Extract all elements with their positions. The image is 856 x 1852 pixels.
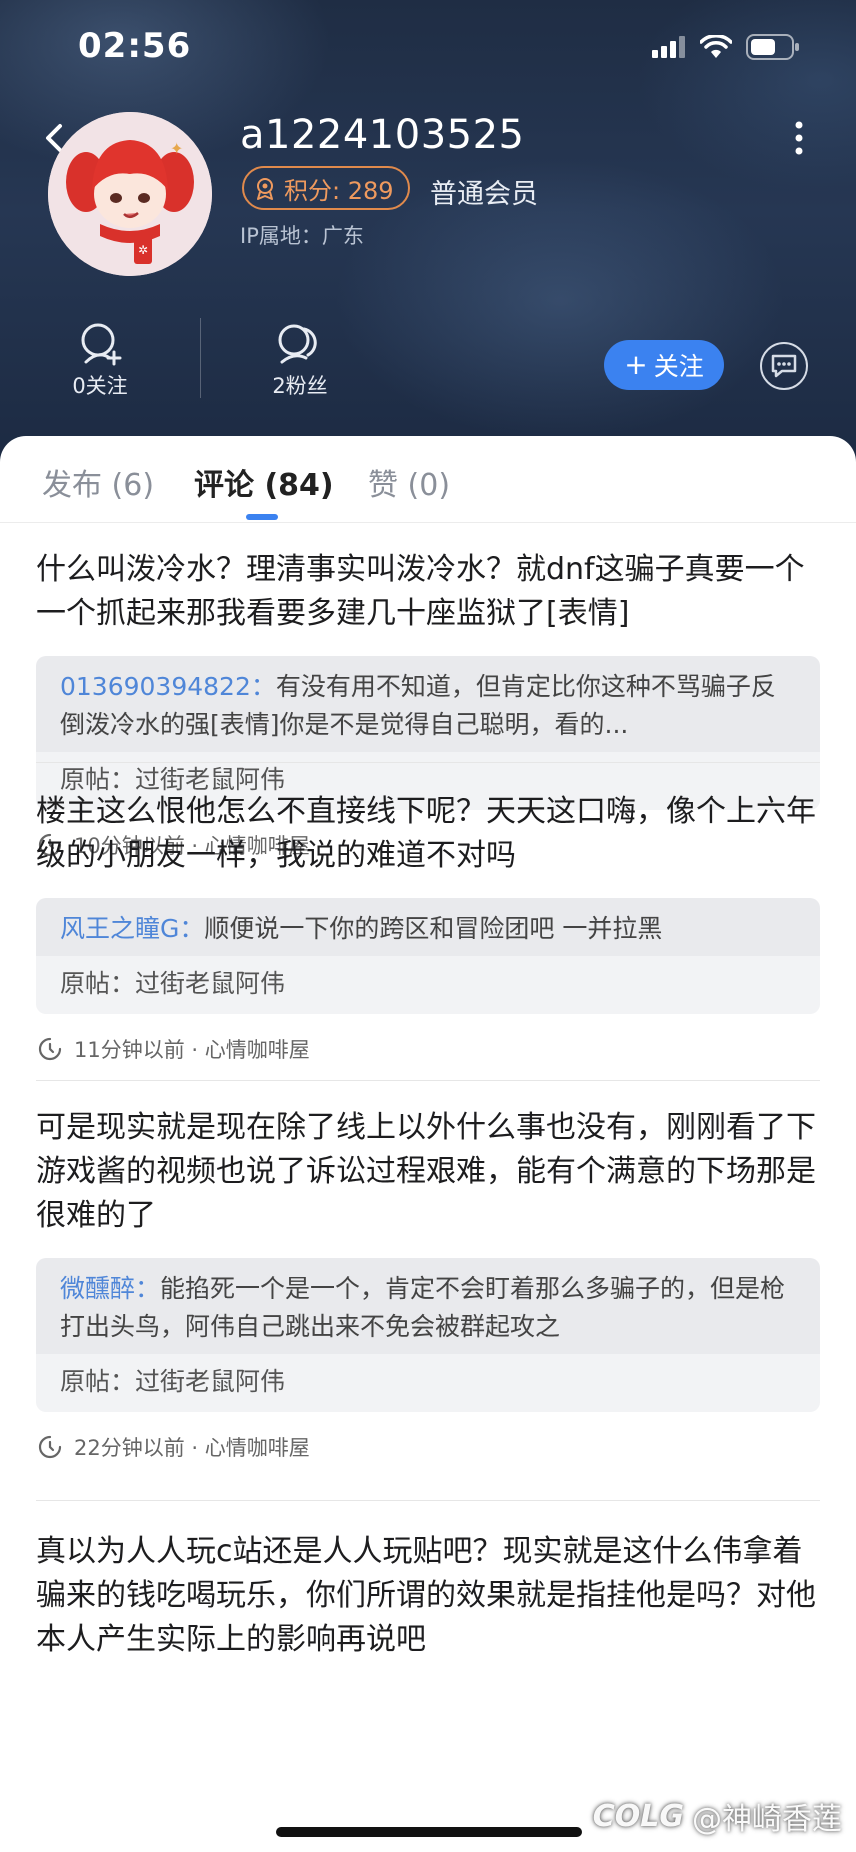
follow-button[interactable]: + 关注 <box>604 340 724 390</box>
cellular-signal-icon <box>652 36 685 58</box>
comment-meta: 22分钟以前 · 心情咖啡屋 <box>36 1432 820 1462</box>
medal-icon <box>257 178 273 200</box>
comment-item[interactable]: 可是现实就是现在除了线上以外什么事也没有，刚刚看了下游戏酱的视频也说了诉讼过程艰… <box>36 1106 820 1462</box>
tab-likes[interactable]: 赞 (0) <box>368 460 450 504</box>
origin-post[interactable]: 原帖：过街老鼠阿伟 <box>36 1354 820 1412</box>
member-level: 普通会员 <box>430 179 538 210</box>
following-count: 0关注 <box>72 374 128 398</box>
plus-icon: + <box>624 348 648 381</box>
following-stat[interactable]: 0关注 <box>40 322 160 400</box>
clock-icon <box>38 1435 62 1459</box>
battery-icon <box>746 34 799 60</box>
reply-author[interactable]: 微醺醉： <box>60 1274 160 1303</box>
fans-icon <box>278 324 317 364</box>
comment-item[interactable]: 楼主这么恨他怎么不直接线下呢？天天这口嗨，像个上六年级的小朋友一样，我说的难道不… <box>36 790 820 1064</box>
watermark-text: @神崎香莲 <box>692 1802 842 1837</box>
chat-bubble-icon <box>771 354 797 378</box>
ip-location: IP属地：广东 <box>240 224 364 248</box>
follow-user-icon <box>81 323 122 366</box>
profile-page: 02:56 ✲ ✦ a1224103525 积分: 289 普通会员 IP属地：… <box>0 0 856 1852</box>
quote-box[interactable]: 013690394822：有没有用不知道，但肯定比你这种不骂骗子反倒泼冷水的强[… <box>36 656 820 810</box>
status-bar: 02:56 <box>0 0 856 96</box>
stat-divider <box>200 318 201 398</box>
comment-meta-text: 11分钟以前 · 心情咖啡屋 <box>74 1038 310 1062</box>
clock-icon <box>38 1037 62 1061</box>
profile-header: 02:56 ✲ ✦ a1224103525 积分: 289 普通会员 IP属地：… <box>0 0 856 470</box>
quote-box[interactable]: 风王之瞳G：顺便说一下你的跨区和冒险团吧 一并拉黑 原帖：过街老鼠阿伟 <box>36 898 820 1014</box>
reply-area: 微醺醉：能掐死一个是一个，肯定不会盯着那么多骗子的，但是枪打出头鸟，阿伟自己跳出… <box>36 1258 820 1354</box>
divider <box>36 1500 820 1501</box>
divider <box>36 762 820 763</box>
reply-author[interactable]: 013690394822： <box>60 672 276 701</box>
status-time: 02:56 <box>78 26 192 66</box>
points-label: 积分: 289 <box>284 176 394 205</box>
reply-area: 013690394822：有没有用不知道，但肯定比你这种不骂骗子反倒泼冷水的强[… <box>36 656 820 752</box>
home-indicator[interactable] <box>276 1827 582 1837</box>
watermark: COLG @神崎香莲 <box>593 1794 842 1838</box>
username: a1224103525 <box>240 112 525 158</box>
reply-author[interactable]: 风王之瞳G： <box>60 914 204 943</box>
reply-text: 能掐死一个是一个，肯定不会盯着那么多骗子的，但是枪打出头鸟，阿伟自己跳出来不免会… <box>60 1274 786 1341</box>
comment-item[interactable]: 真以为人人玩c站还是人人玩贴吧？现实就是这什么伟拿着骗来的钱吃喝玩乐，你们所谓的… <box>36 1530 820 1662</box>
svg-text:✦: ✦ <box>170 139 183 158</box>
comment-text: 什么叫泼冷水？理清事实叫泼冷水？就dnf这骗子真要一个一个抓起来那我看要多建几十… <box>36 552 805 631</box>
divider <box>36 1080 820 1081</box>
quote-box[interactable]: 微醺醉：能掐死一个是一个，肯定不会盯着那么多骗子的，但是枪打出头鸟，阿伟自己跳出… <box>36 1258 820 1412</box>
points-badge[interactable]: 积分: 289 <box>242 166 410 210</box>
tab-comments[interactable]: 评论 (84) <box>194 460 334 504</box>
content-panel: 发布 (6) 评论 (84) 赞 (0) 什么叫泼冷水？理清事实叫泼冷水？就dn… <box>0 436 856 1852</box>
fans-stat[interactable]: 2粉丝 <box>240 322 360 400</box>
origin-post[interactable]: 原帖：过街老鼠阿伟 <box>36 956 820 1014</box>
colg-logo: COLG <box>592 1798 684 1834</box>
comment-text: 可是现实就是现在除了线上以外什么事也没有，刚刚看了下游戏酱的视频也说了诉讼过程艰… <box>36 1110 816 1233</box>
comment-text: 楼主这么恨他怎么不直接线下呢？天天这口嗨，像个上六年级的小朋友一样，我说的难道不… <box>36 794 816 873</box>
more-options-icon[interactable] <box>792 118 806 158</box>
avatar[interactable]: ✲ ✦ <box>48 112 212 276</box>
comment-text: 真以为人人玩c站还是人人玩贴吧？现实就是这什么伟拿着骗来的钱吃喝玩乐，你们所谓的… <box>36 1534 816 1657</box>
reply-text: 顺便说一下你的跨区和冒险团吧 一并拉黑 <box>204 914 663 943</box>
tab-bar: 发布 (6) 评论 (84) 赞 (0) <box>0 436 856 523</box>
svg-text:✲: ✲ <box>138 243 148 257</box>
comment-meta-text: 22分钟以前 · 心情咖啡屋 <box>74 1436 310 1460</box>
avatar-illustration: ✲ ✦ <box>48 112 212 276</box>
wifi-icon <box>700 35 732 58</box>
follow-button-label: 关注 <box>653 352 704 381</box>
message-button[interactable] <box>760 342 808 390</box>
fans-count: 2粉丝 <box>272 374 328 398</box>
reply-area: 风王之瞳G：顺便说一下你的跨区和冒险团吧 一并拉黑 <box>36 898 820 956</box>
active-tab-indicator <box>246 514 278 520</box>
status-icons <box>652 34 800 60</box>
tab-publish[interactable]: 发布 (6) <box>42 460 154 504</box>
comment-meta: 11分钟以前 · 心情咖啡屋 <box>36 1034 820 1064</box>
